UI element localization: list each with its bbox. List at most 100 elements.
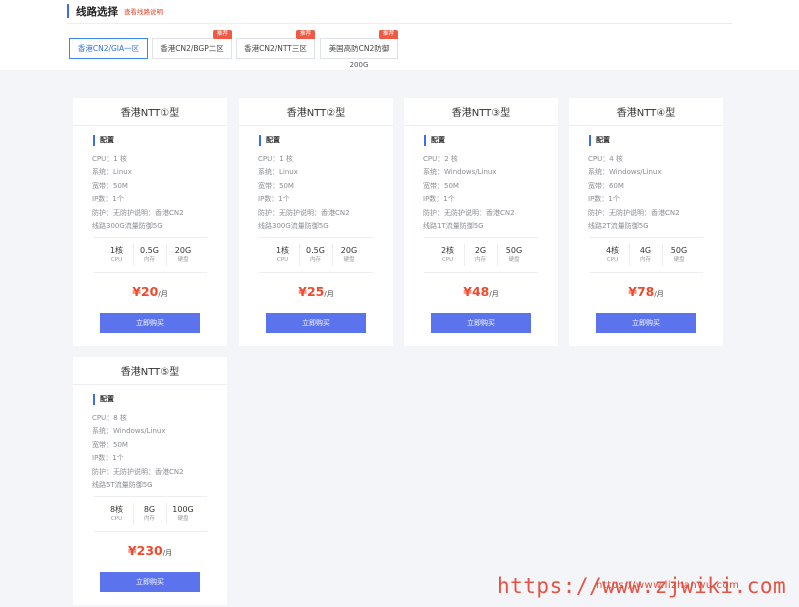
spec-line: 线路2T流量防御5G: [588, 222, 649, 231]
spec-line: IP数：1个: [92, 195, 124, 204]
spec-unit: 硬盘: [508, 257, 520, 263]
spec-value: 4核: [605, 246, 620, 255]
spec-value: 0.5G: [306, 246, 325, 255]
spec-cpu: 2核 CPU: [432, 244, 465, 266]
price-unit: /月: [162, 549, 173, 557]
spec-summary: 1核 CPU 0.5G 内存 20G 硬盘: [259, 237, 373, 273]
spec-cpu: 8核 CPU: [101, 503, 134, 525]
spec-line: 防护：无防护说明：香港CN2: [92, 467, 184, 476]
spec-unit: 内存: [309, 257, 321, 263]
spec-line: CPU：1 核: [258, 155, 293, 163]
spec-cpu: 4核 CPU: [597, 244, 630, 266]
price-unit: /月: [489, 290, 499, 298]
config-label: 配置: [93, 135, 114, 146]
spec-unit: 硬盘: [177, 516, 189, 522]
spec-line: 线路5T流量防御5G: [92, 481, 153, 490]
spec-line: CPU：2 核: [423, 155, 458, 163]
spec-unit: CPU: [276, 257, 289, 263]
spec-summary: 1核 CPU 0.5G 内存 20G 硬盘: [93, 237, 207, 273]
tab-hk-cn2-bgp[interactable]: 香港CN2/BGP二区 推荐: [152, 30, 232, 59]
spec-value: 1核: [109, 246, 124, 255]
divider: [73, 384, 227, 385]
buy-now-button[interactable]: 立即购买: [100, 313, 200, 333]
spec-unit: 内存: [474, 257, 486, 263]
spec-summary: 2核 CPU 2G 内存 50G 硬盘: [424, 237, 538, 273]
divider: [73, 125, 227, 126]
spec-line: 宽带：50M: [258, 181, 294, 190]
spec-line: IP数：1个: [588, 195, 620, 204]
spec-memory: 2G 内存: [465, 244, 498, 266]
spec-line: 系统：Linux: [258, 168, 298, 177]
spec-memory: 0.5G 内存: [300, 244, 333, 266]
spec-line: IP数：1个: [92, 454, 124, 463]
spec-summary: 4核 CPU 4G 内存 50G 硬盘: [589, 237, 703, 273]
tab-label: 美国高防CN2防御: [328, 44, 390, 53]
buy-now-button[interactable]: 立即购买: [596, 313, 696, 333]
spec-unit: 硬盘: [177, 257, 189, 263]
spec-value: 100G: [172, 505, 194, 514]
spec-value: 0.5G: [140, 246, 159, 255]
spec-line: 宽带：50M: [92, 181, 128, 190]
spec-line: 线路300G流量防御5G: [92, 222, 163, 231]
section-header: 线路选择 查看线路说明: [67, 4, 163, 18]
config-label: 配置: [589, 135, 610, 146]
recommend-badge: 推荐: [212, 30, 232, 39]
spec-unit: CPU: [110, 516, 123, 522]
spec-list: CPU：8 核 系统：Windows/Linux 宽带：50M IP数：1个 防…: [92, 412, 222, 492]
spec-list: CPU：1 核 系统：Linux 宽带：50M IP数：1个 防护：无防护说明：…: [258, 153, 388, 233]
price-value: ¥230: [127, 543, 163, 558]
tab-label: 香港CN2/NTT三区: [244, 44, 307, 53]
spec-line: 防护：无防护说明：香港CN2: [258, 208, 350, 217]
divider: [67, 23, 732, 24]
spec-disk: 100G 硬盘: [167, 503, 200, 525]
product-name: 香港NTT④型: [616, 108, 676, 119]
divider: [569, 125, 723, 126]
spec-unit: 硬盘: [343, 257, 355, 263]
spec-memory: 0.5G 内存: [134, 244, 167, 266]
buy-now-button[interactable]: 立即购买: [266, 313, 366, 333]
price-value: ¥78: [628, 284, 655, 299]
price: ¥230/月: [73, 543, 227, 558]
watermark-small: https://www.lizhanwu.com: [596, 580, 740, 591]
tab-hk-cn2-ntt[interactable]: 香港CN2/NTT三区 推荐: [236, 30, 315, 59]
product-card: 香港NTT③型 配置 CPU：2 核 系统：Windows/Linux 宽带：5…: [404, 98, 558, 346]
price: ¥20/月: [73, 284, 227, 299]
spec-unit: CPU: [110, 257, 123, 263]
config-label: 配置: [424, 135, 445, 146]
divider: [404, 125, 558, 126]
spec-value: 50G: [505, 246, 523, 255]
spec-line: CPU：8 核: [92, 414, 127, 422]
recommend-badge: 推荐: [295, 30, 315, 39]
spec-unit: 内存: [143, 257, 155, 263]
divider: [239, 125, 393, 126]
price: ¥48/月: [404, 284, 558, 299]
recommend-badge: 推荐: [378, 30, 398, 39]
spec-line: 系统：Linux: [92, 168, 132, 177]
line-selection-panel: 线路选择 查看线路说明 香港CN2/GIA一区 香港CN2/BGP二区 推荐 香…: [0, 0, 799, 70]
price-unit: /月: [158, 290, 168, 298]
spec-line: IP数：1个: [258, 195, 290, 204]
config-label: 配置: [93, 394, 114, 405]
spec-unit: 内存: [143, 516, 155, 522]
spec-line: 线路300G流量防御5G: [258, 222, 329, 231]
spec-cpu: 1核 CPU: [101, 244, 134, 266]
buy-now-button[interactable]: 立即购买: [100, 572, 200, 592]
spec-value: 8G: [143, 505, 156, 514]
product-name: 香港NTT①型: [120, 108, 180, 119]
spec-memory: 4G 内存: [630, 244, 663, 266]
buy-now-button[interactable]: 立即购买: [431, 313, 531, 333]
tab-us-cn2-ddos[interactable]: 美国高防CN2防御 推荐: [320, 30, 398, 59]
product-name: 香港NTT②型: [286, 108, 346, 119]
product-name: 香港NTT⑤型: [120, 367, 180, 378]
line-info-link[interactable]: 查看线路说明: [124, 6, 163, 16]
price-value: ¥25: [298, 284, 325, 299]
spec-summary: 8核 CPU 8G 内存 100G 硬盘: [93, 496, 207, 532]
spec-value: 50G: [670, 246, 688, 255]
spec-value: 20G: [340, 246, 358, 255]
price-unit: /月: [324, 290, 334, 298]
spec-line: CPU：4 核: [588, 155, 623, 163]
product-card: 香港NTT①型 配置 CPU：1 核 系统：Linux 宽带：50M IP数：1…: [73, 98, 227, 346]
spec-line: 防护：无防护说明：香港CN2: [588, 208, 680, 217]
spec-line: 防护：无防护说明：香港CN2: [423, 208, 515, 217]
tab-hk-cn2-gia[interactable]: 香港CN2/GIA一区: [69, 38, 148, 59]
